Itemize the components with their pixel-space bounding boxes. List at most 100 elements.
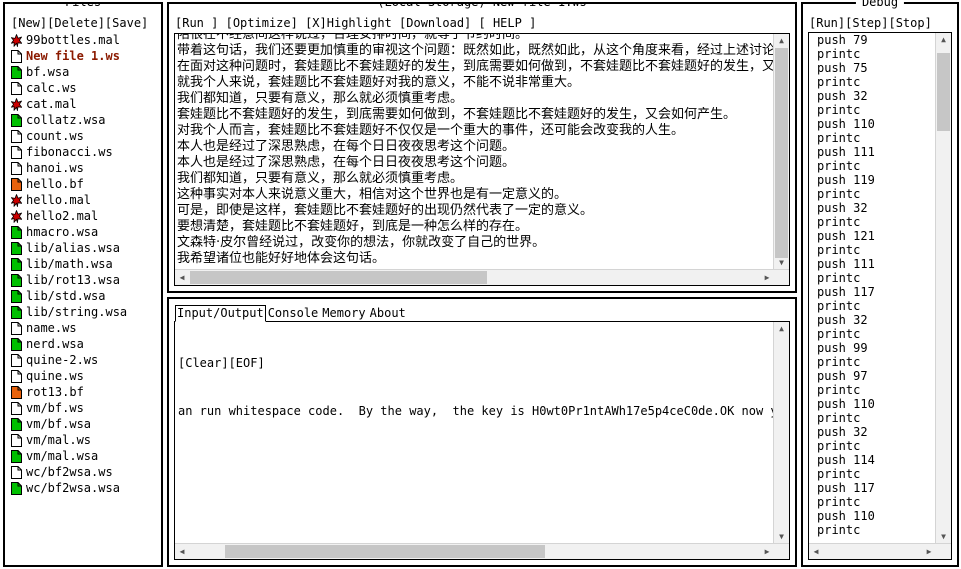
console-hscroll-thumb[interactable]: [225, 545, 545, 558]
editor-horizontal-scrollbar[interactable]: ◀ ▶: [175, 269, 789, 285]
file-list-item[interactable]: wc/bf2wsa.wsa: [11, 480, 157, 496]
debug-instruction-line: printc: [817, 243, 861, 257]
code-line: 我们都知道，只要有意义，那么就必须慎重考虑。: [177, 171, 464, 186]
save-file-button[interactable]: [Save]: [105, 16, 148, 30]
delete-file-button[interactable]: [Delete]: [47, 16, 105, 30]
file-list-item[interactable]: quine-2.ws: [11, 352, 157, 368]
file-list-item[interactable]: collatz.wsa: [11, 112, 157, 128]
scroll-left-icon[interactable]: ◀: [175, 270, 189, 285]
file-list-item[interactable]: bf.wsa: [11, 64, 157, 80]
debug-instruction-line: push 121: [817, 229, 875, 243]
clear-console-button[interactable]: [Clear]: [178, 356, 229, 370]
file-list-item[interactable]: lib/std.wsa: [11, 288, 157, 304]
file-list-item[interactable]: lib/string.wsa: [11, 304, 157, 320]
file-list-item[interactable]: nerd.wsa: [11, 336, 157, 352]
console-vertical-scrollbar[interactable]: ▲ ▼: [773, 322, 789, 543]
scroll-right-icon[interactable]: ▶: [760, 270, 774, 285]
debug-instruction-line: printc: [817, 327, 861, 341]
help-button[interactable]: [ HELP ]: [479, 16, 537, 30]
file-list-item[interactable]: New file 1.ws: [11, 48, 157, 64]
file-list-item[interactable]: hello.bf: [11, 176, 157, 192]
tab-input-output[interactable]: Input/Output: [175, 305, 266, 322]
debug-scroll-up-icon[interactable]: ▲: [936, 33, 951, 46]
console-scroll-right-icon[interactable]: ▶: [760, 544, 774, 559]
debug-scroll-down-icon[interactable]: ▼: [936, 530, 951, 543]
debug-scroll-right-icon[interactable]: ▶: [922, 544, 936, 559]
debug-scroll-left-icon[interactable]: ◀: [809, 544, 823, 559]
code-text[interactable]: 陪很在不经意间这样说过，合理安排时间，就等了节约时间。 带着这句话，我们还要更加慎…: [177, 34, 789, 267]
editor-vertical-scrollbar[interactable]: ▲ ▼: [773, 34, 789, 269]
file-list-item[interactable]: lib/alias.wsa: [11, 240, 157, 256]
wsa-page-icon: [11, 273, 22, 287]
scroll-down-icon[interactable]: ▼: [774, 256, 789, 269]
debug-instruction-line: printc: [817, 411, 861, 425]
code-line: 这种事实对本人来说意义重大，相信对这个世界也是有一定意义的。: [177, 187, 568, 202]
file-list-item[interactable]: lib/rot13.wsa: [11, 272, 157, 288]
file-list-item[interactable]: quine.ws: [11, 368, 157, 384]
new-file-button[interactable]: [New]: [11, 16, 47, 30]
wsa-page-icon: [11, 257, 22, 271]
debug-instruction-line: printc: [817, 103, 861, 117]
file-list-item[interactable]: hanoi.ws: [11, 160, 157, 176]
editor-vscroll-thumb[interactable]: [775, 48, 788, 258]
file-name-label: 99bottles.mal: [26, 33, 120, 47]
debug-instruction-line: push 75: [817, 61, 868, 75]
file-list-item[interactable]: calc.ws: [11, 80, 157, 96]
file-list-item[interactable]: fibonacci.ws: [11, 144, 157, 160]
debug-step-button[interactable]: [Step]: [845, 16, 888, 30]
run-button[interactable]: [Run ]: [175, 16, 218, 30]
debug-stop-button[interactable]: [Stop]: [888, 16, 931, 30]
debug-vertical-scrollbar[interactable]: ▲ ▼: [935, 33, 951, 543]
tab-memory[interactable]: Memory: [320, 306, 367, 322]
file-list-item[interactable]: lib/math.wsa: [11, 256, 157, 272]
file-name-label: name.ws: [26, 321, 77, 335]
file-list-item[interactable]: vm/mal.wsa: [11, 448, 157, 464]
debug-instruction-line: push 110: [817, 509, 875, 523]
debug-run-button[interactable]: [Run]: [809, 16, 845, 30]
debug-instruction-line: printc: [817, 383, 861, 397]
debug-actions-bar: [Run][Step][Stop]: [803, 14, 957, 32]
debug-instruction-line: push 32: [817, 201, 868, 215]
download-button[interactable]: [Download]: [399, 16, 471, 30]
files-panel-legend: Files: [58, 4, 108, 9]
file-list-item[interactable]: cat.mal: [11, 96, 157, 112]
highlight-toggle[interactable]: [X]Highlight: [305, 16, 392, 30]
console-output-area[interactable]: [Clear][EOF] an run whitespace code. By …: [174, 322, 790, 560]
file-actions-bar: [New][Delete][Save]: [11, 16, 157, 31]
console-scroll-up-icon[interactable]: ▲: [774, 322, 789, 335]
file-list-item[interactable]: vm/bf.wsa: [11, 416, 157, 432]
file-name-label: hello.mal: [26, 193, 92, 207]
file-list-item[interactable]: vm/bf.ws: [11, 400, 157, 416]
editor-hscroll-thumb[interactable]: [190, 271, 487, 284]
debug-instruction-list[interactable]: push 79 printc push 75 printc push 32 printc p…: [808, 32, 952, 560]
debug-vscroll-thumb[interactable]: [937, 53, 950, 131]
file-list-item[interactable]: name.ws: [11, 320, 157, 336]
console-text[interactable]: [Clear][EOF] an run whitespace code. By …: [178, 323, 789, 451]
file-list-item[interactable]: count.ws: [11, 128, 157, 144]
file-list-item[interactable]: hello.mal: [11, 192, 157, 208]
tab-console[interactable]: Console: [266, 306, 321, 322]
file-name-label: wc/bf2wsa.ws: [26, 465, 113, 479]
file-list-item[interactable]: wc/bf2wsa.ws: [11, 464, 157, 480]
file-list-item[interactable]: hmacro.wsa: [11, 224, 157, 240]
eof-button[interactable]: [EOF]: [229, 356, 265, 370]
code-editor-body[interactable]: 陪很在不经意间这样说过，合理安排时间，就等了节约时间。 带着这句话，我们还要更加慎…: [175, 34, 789, 269]
mal-star-icon: [11, 97, 22, 111]
console-output-body[interactable]: [Clear][EOF] an run whitespace code. By …: [175, 322, 789, 543]
file-name-label: fibonacci.ws: [26, 145, 113, 159]
file-list-item[interactable]: vm/mal.ws: [11, 432, 157, 448]
bf-page-icon: [11, 177, 22, 191]
debug-horizontal-scrollbar[interactable]: ◀ ▶: [809, 543, 951, 559]
tab-about[interactable]: About: [368, 306, 408, 322]
console-scroll-left-icon[interactable]: ◀: [175, 544, 189, 559]
optimize-button[interactable]: [Optimize]: [226, 16, 298, 30]
console-horizontal-scrollbar[interactable]: ◀ ▶: [175, 543, 789, 559]
console-scroll-down-icon[interactable]: ▼: [774, 530, 789, 543]
file-list-item[interactable]: 99bottles.mal: [11, 32, 157, 48]
editor-panel-legend: (Local Storage) New file 1.ws: [371, 4, 593, 9]
file-list-item[interactable]: rot13.bf: [11, 384, 157, 400]
scroll-up-icon[interactable]: ▲: [774, 34, 789, 47]
file-list-item[interactable]: hello2.mal: [11, 208, 157, 224]
debug-instruction-body[interactable]: push 79 printc push 75 printc push 32 printc p…: [809, 33, 951, 543]
code-editor[interactable]: 陪很在不经意间这样说过，合理安排时间，就等了节约时间。 带着这句话，我们还要更加慎…: [174, 33, 790, 286]
